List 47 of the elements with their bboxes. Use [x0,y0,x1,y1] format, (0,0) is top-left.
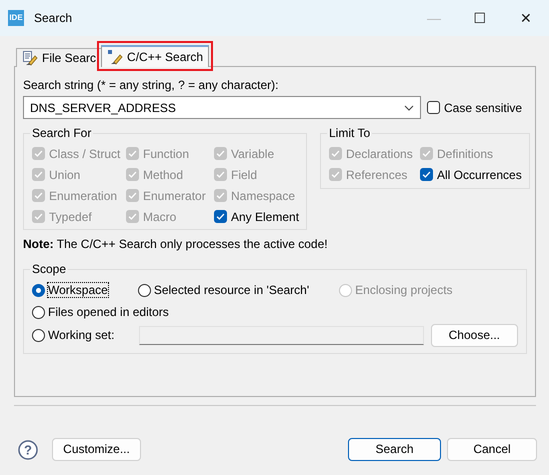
radio-button[interactable] [32,284,45,297]
checkbox-label: Method [143,168,184,182]
checkbox-label: Typedef [49,210,92,224]
checkbox-label: Any Element [231,210,300,224]
search-text: DNS_SERVER_ADDRESS [30,100,176,116]
checkbox-label: Definitions [437,146,494,162]
checkbox-label: Declarations [346,146,413,162]
checkbox-label: Case sensitive [444,100,522,116]
customize-button[interactable]: Customize... [52,438,141,461]
document-pen-icon [22,50,38,66]
checkbox-label: References [346,168,408,182]
search-combo-box[interactable]: DNS_SERVER_ADDRESS [23,96,421,120]
window-title: Search [34,10,74,26]
checkbox-label: Namespace [231,188,296,204]
checkbox-label: Enumerator [143,188,206,204]
radio-label: Workspace [48,283,108,298]
radio-label: Selected resource in 'Search' [154,283,310,298]
search-string-label: Search string (* = any string, ? = any character): [23,78,280,92]
checkbox-label: Function [143,146,190,162]
working-set-field[interactable] [139,326,424,345]
cancel-button[interactable]: Cancel [447,438,537,461]
radio-label: Files opened in editors [48,305,169,320]
close-button[interactable]: ✕ [503,10,549,26]
dropdown-caret-icon[interactable] [404,104,414,111]
radio-label: Working set: [48,328,114,342]
checkbox-label: Variable [231,146,274,162]
radio-button[interactable] [32,306,45,319]
maximize-button[interactable]: ☐ [457,10,503,26]
search-button[interactable]: Search [348,438,441,461]
choose-button[interactable]: Choose... [430,324,518,347]
checkbox[interactable] [214,210,227,224]
checkbox-label: Union [49,168,80,182]
checkbox-label: Class / Struct [49,146,120,162]
checkbox[interactable] [420,168,433,182]
radio-button[interactable] [138,284,151,297]
app-logo: IDE [8,10,24,26]
checkbox[interactable] [427,101,440,114]
checkbox-label: Field [231,168,258,182]
help-icon[interactable]: ? [18,440,38,460]
radio-label: Enclosing projects [355,283,453,298]
tab[interactable]: File Searc [16,48,102,67]
note-text: Note: The C/C++ Search only processes the active code! [23,237,329,252]
radio-button[interactable] [32,328,45,342]
checkbox-label: All Occurrences [437,168,522,182]
pen-icon [107,49,124,65]
checkbox-label: Enumeration [49,188,118,204]
checkbox-label: Macro [143,210,176,224]
